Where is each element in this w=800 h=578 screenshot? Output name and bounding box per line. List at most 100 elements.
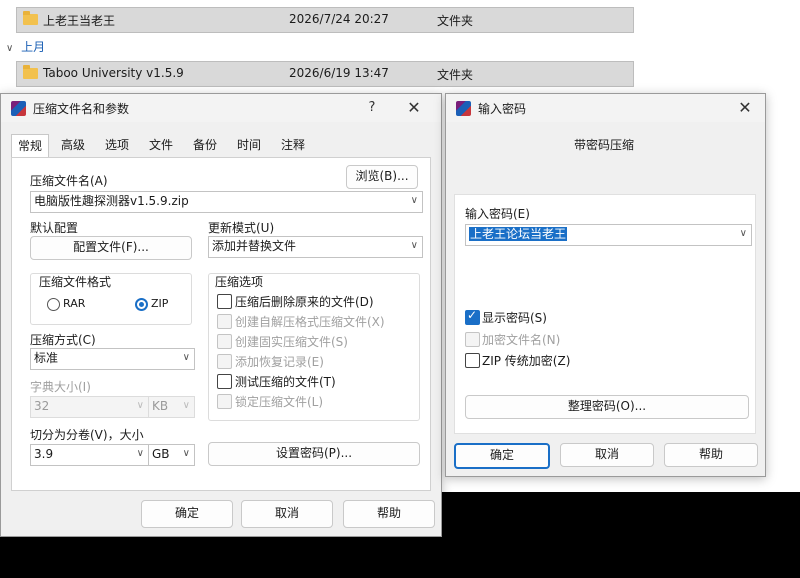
option-test-checkbox[interactable] bbox=[217, 374, 232, 389]
radio-zip[interactable] bbox=[135, 298, 148, 311]
method-value: 标准 bbox=[34, 351, 59, 365]
format-group-label: 压缩文件格式 bbox=[39, 275, 112, 289]
group-header[interactable]: ∨ 上月 bbox=[6, 38, 45, 55]
filename-label: 压缩文件名(A) bbox=[30, 174, 108, 188]
winrar-icon bbox=[11, 101, 26, 116]
split-unit-value: GB bbox=[152, 447, 170, 461]
chevron-down-icon: ∨ bbox=[182, 400, 190, 411]
split-label: 切分为分卷(V)，大小 bbox=[30, 428, 144, 442]
archive-dialog-titlebar: 压缩文件名和参数 ? ✕ bbox=[1, 94, 441, 122]
organize-passwords-button[interactable]: 整理密码(O)... bbox=[465, 395, 749, 419]
method-label: 压缩方式(C) bbox=[30, 333, 96, 347]
dict-size-value: 32 bbox=[34, 399, 50, 413]
help-button[interactable]: 帮助 bbox=[664, 443, 758, 467]
tab-time[interactable]: 时间 bbox=[231, 134, 267, 156]
chevron-down-icon: ∨ bbox=[6, 43, 14, 54]
radio-rar-label: RAR bbox=[63, 297, 86, 310]
folder-icon bbox=[23, 11, 38, 25]
password-label: 输入密码(E) bbox=[465, 207, 530, 221]
chevron-down-icon[interactable]: ∨ bbox=[183, 445, 190, 463]
help-icon[interactable]: ? bbox=[359, 97, 385, 119]
radio-rar[interactable] bbox=[47, 298, 60, 311]
tab-backup[interactable]: 备份 bbox=[187, 134, 223, 156]
group-header-label: 上月 bbox=[21, 40, 46, 54]
option-lock-label: 锁定压缩文件(L) bbox=[235, 395, 324, 409]
radio-zip-label: ZIP bbox=[151, 297, 169, 310]
password-heading: 带密码压缩 bbox=[574, 138, 635, 152]
cancel-button[interactable]: 取消 bbox=[241, 500, 333, 528]
split-size-combo[interactable]: 3.9 ∨ bbox=[30, 444, 149, 466]
password-combo[interactable]: 上老王论坛当老王 ∨ bbox=[465, 224, 752, 246]
option-lock-checkbox bbox=[217, 394, 232, 409]
chevron-down-icon[interactable]: ∨ bbox=[137, 445, 144, 463]
dict-label: 字典大小(I) bbox=[30, 380, 91, 394]
close-icon[interactable]: ✕ bbox=[732, 97, 758, 119]
winrar-icon bbox=[456, 101, 471, 116]
tab-page-general: 压缩文件名(A) 浏览(B)... 电脑版性趣探测器v1.5.9.zip ∨ 默… bbox=[11, 157, 431, 491]
help-button[interactable]: 帮助 bbox=[343, 500, 435, 528]
default-profile-label: 默认配置 bbox=[30, 221, 79, 235]
option-sfx-checkbox bbox=[217, 314, 232, 329]
chevron-down-icon[interactable]: ∨ bbox=[411, 192, 418, 210]
password-dialog: 输入密码 ✕ 带密码压缩 输入密码(E) 上老王论坛当老王 ∨ 显示密码(S) … bbox=[445, 93, 766, 477]
dict-unit-combo: KB ∨ bbox=[148, 396, 195, 418]
update-mode-label: 更新模式(U) bbox=[208, 221, 275, 235]
split-size-value: 3.9 bbox=[34, 447, 54, 461]
set-password-button[interactable]: 设置密码(P)... bbox=[208, 442, 420, 466]
ok-button[interactable]: 确定 bbox=[454, 443, 550, 469]
option-delete-after-checkbox[interactable] bbox=[217, 294, 232, 309]
explorer-row-folder-2[interactable]: Taboo University v1.5.9 2026/6/19 13:47 … bbox=[16, 61, 634, 87]
ok-button[interactable]: 确定 bbox=[141, 500, 233, 528]
option-solid-checkbox bbox=[217, 334, 232, 349]
explorer-row-folder-1[interactable]: 上老王当老王 2026/7/24 20:27 文件夹 bbox=[16, 7, 634, 33]
filename-value: 电脑版性趣探测器v1.5.9.zip bbox=[34, 194, 189, 208]
archive-dialog: 压缩文件名和参数 ? ✕ 常规 高级 选项 文件 备份 时间 注释 压缩文件名(… bbox=[0, 93, 442, 537]
profile-button[interactable]: 配置文件(F)... bbox=[30, 236, 192, 260]
tab-general[interactable]: 常规 bbox=[11, 134, 49, 158]
tab-options[interactable]: 选项 bbox=[99, 134, 135, 156]
tab-advanced[interactable]: 高级 bbox=[55, 134, 91, 156]
zip-legacy-checkbox[interactable] bbox=[465, 353, 480, 368]
option-recovery-checkbox bbox=[217, 354, 232, 369]
method-combo[interactable]: 标准 ∨ bbox=[30, 348, 195, 370]
filename-combo[interactable]: 电脑版性趣探测器v1.5.9.zip ∨ bbox=[30, 191, 423, 213]
tab-files[interactable]: 文件 bbox=[143, 134, 179, 156]
options-group: 压缩选项 压缩后删除原来的文件(D) 创建自解压格式压缩文件(X) 创建固实压缩… bbox=[208, 273, 420, 421]
show-password-checkbox[interactable] bbox=[465, 308, 480, 325]
chevron-down-icon[interactable]: ∨ bbox=[740, 225, 747, 243]
zip-legacy-label: ZIP 传统加密(Z) bbox=[482, 354, 571, 368]
update-mode-value: 添加并替换文件 bbox=[212, 239, 297, 253]
update-mode-combo[interactable]: 添加并替换文件 ∨ bbox=[208, 236, 423, 258]
option-test-label: 测试压缩的文件(T) bbox=[235, 375, 336, 389]
folder-date: 2026/7/24 20:27 bbox=[289, 12, 389, 26]
option-delete-after-label: 压缩后删除原来的文件(D) bbox=[235, 295, 374, 309]
dict-unit-value: KB bbox=[152, 399, 169, 413]
chevron-down-icon[interactable]: ∨ bbox=[183, 349, 190, 367]
password-dialog-titlebar: 输入密码 ✕ bbox=[446, 94, 765, 122]
close-icon[interactable]: ✕ bbox=[401, 97, 427, 119]
option-solid-label: 创建固实压缩文件(S) bbox=[235, 335, 348, 349]
chevron-down-icon[interactable]: ∨ bbox=[411, 237, 418, 255]
archive-dialog-title: 压缩文件名和参数 bbox=[33, 102, 130, 116]
option-recovery-label: 添加恢复记录(E) bbox=[235, 355, 324, 369]
folder-type: 文件夹 bbox=[437, 14, 474, 28]
options-group-label: 压缩选项 bbox=[215, 275, 264, 289]
tab-comment[interactable]: 注释 bbox=[275, 134, 311, 156]
folder-icon bbox=[23, 65, 38, 79]
dict-size-combo: 32 ∨ bbox=[30, 396, 149, 418]
tab-strip: 常规 高级 选项 文件 备份 时间 注释 bbox=[11, 134, 431, 158]
format-group: 压缩文件格式 RAR ZIP bbox=[30, 273, 192, 325]
password-panel: 输入密码(E) 上老王论坛当老王 ∨ 显示密码(S) 加密文件名(N) ZIP … bbox=[454, 194, 756, 434]
password-dialog-title: 输入密码 bbox=[478, 102, 527, 116]
folder-date: 2026/6/19 13:47 bbox=[289, 66, 389, 80]
folder-name: Taboo University v1.5.9 bbox=[43, 66, 184, 80]
folder-type: 文件夹 bbox=[437, 68, 474, 82]
option-sfx-label: 创建自解压格式压缩文件(X) bbox=[235, 315, 385, 329]
split-unit-combo[interactable]: GB ∨ bbox=[148, 444, 195, 466]
encrypt-names-checkbox bbox=[465, 332, 480, 347]
show-password-label: 显示密码(S) bbox=[482, 311, 547, 325]
password-value: 上老王论坛当老王 bbox=[469, 227, 568, 241]
browse-button[interactable]: 浏览(B)... bbox=[346, 165, 418, 189]
cancel-button[interactable]: 取消 bbox=[560, 443, 654, 467]
chevron-down-icon: ∨ bbox=[136, 400, 144, 411]
